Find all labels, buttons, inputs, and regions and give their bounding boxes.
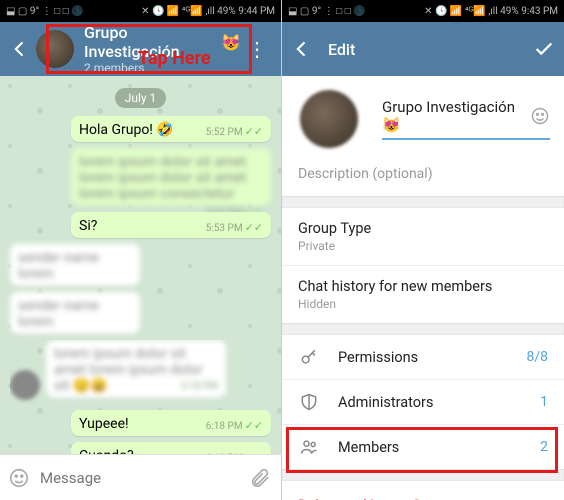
message-out-blurred[interactable]: lorem ipsum dolor sit amet lorem ipsum d… bbox=[71, 148, 271, 206]
edit-title: Edit bbox=[328, 40, 355, 59]
permissions-value: 8/8 bbox=[526, 349, 548, 365]
chat-header[interactable]: Grupo Investigación 😻 2 members ⋮ Tap He… bbox=[0, 22, 281, 76]
message-text: Si? bbox=[79, 218, 97, 234]
permissions-label: Permissions bbox=[338, 349, 508, 366]
message-out[interactable]: Cuando? 6:18 PM✓✓ bbox=[71, 442, 271, 454]
group-type-value: Private bbox=[298, 239, 548, 253]
emoji-icon[interactable] bbox=[8, 467, 30, 489]
message-time: 6:18 PM✓✓ bbox=[206, 419, 263, 432]
back-icon[interactable] bbox=[290, 37, 314, 61]
chat-body[interactable]: July 1 Hola Grupo! 🤣 5:52 PM✓✓ lorem ips… bbox=[0, 76, 281, 454]
message-in-blurred[interactable]: lorem ipsum dolor sit amet lorem ipsum d… bbox=[46, 340, 226, 398]
confirm-icon[interactable] bbox=[532, 37, 556, 61]
administrators-row[interactable]: Administrators 1 bbox=[282, 380, 564, 425]
message-time: 6:18 PM✓✓ bbox=[206, 451, 263, 454]
message-time: 5:52 PM✓✓ bbox=[206, 125, 263, 138]
permissions-row[interactable]: Permissions 8/8 bbox=[282, 335, 564, 380]
message-text: sender name lorem bbox=[18, 298, 99, 330]
message-text: Cuando? bbox=[79, 448, 134, 454]
message-text: Hola Grupo! 🤣 bbox=[79, 122, 174, 138]
emoji-picker-icon[interactable] bbox=[530, 106, 550, 126]
group-type-row[interactable]: Group Type Private bbox=[282, 208, 564, 266]
status-bar: ⬓ ▢ 9° ⋮ □ □ 🌑 ✕ 🕓 📶 ⁴ᴳ📶 ,ıll 49% 9:43 P… bbox=[282, 0, 564, 22]
message-out[interactable]: Hola Grupo! 🤣 5:52 PM✓✓ bbox=[71, 116, 271, 142]
attach-icon[interactable] bbox=[249, 467, 271, 489]
message-in-blurred[interactable]: sender name lorem bbox=[10, 244, 140, 286]
message-time: 6:18 PM bbox=[181, 381, 218, 392]
back-icon[interactable] bbox=[8, 37, 32, 61]
group-name-row: Grupo Investigación 😻 bbox=[282, 76, 564, 156]
message-text: Yupeee! bbox=[79, 416, 129, 432]
members-highlight bbox=[286, 427, 558, 473]
description-input[interactable]: Description (optional) bbox=[282, 156, 564, 196]
edit-header: Edit bbox=[282, 22, 564, 76]
sender-avatar[interactable] bbox=[10, 370, 40, 400]
status-bar: ⬓ ▢ 9° ⋮ □ □ 🌑 ✕ 🕓 📶 ⁴ᴳ📶 ,ıll 49% 9:44 P… bbox=[0, 0, 281, 22]
message-out[interactable]: Yupeee! 6:18 PM✓✓ bbox=[71, 410, 271, 436]
group-type-label: Group Type bbox=[298, 220, 548, 237]
delete-leave-button[interactable]: Delete and Leave Group bbox=[282, 481, 564, 500]
composer bbox=[0, 454, 281, 500]
tap-here-label: Tap Here bbox=[138, 48, 211, 69]
administrators-value: 1 bbox=[540, 394, 548, 410]
status-left: ⬓ ▢ 9° ⋮ □ □ 🌑 bbox=[288, 6, 366, 17]
administrators-label: Administrators bbox=[338, 394, 522, 411]
date-chip: July 1 bbox=[115, 88, 167, 108]
message-in-blurred[interactable]: sender name lorem bbox=[10, 292, 140, 334]
status-right: ✕ 🕓 📶 ⁴ᴳ📶 ,ıll 49% 9:43 PM bbox=[424, 6, 558, 17]
status-right: ✕ 🕓 📶 ⁴ᴳ📶 ,ıll 49% 9:44 PM bbox=[141, 6, 275, 17]
message-input[interactable] bbox=[40, 469, 239, 487]
message-text: sender name lorem bbox=[18, 250, 99, 282]
message-time: 5:53 PM✓✓ bbox=[206, 221, 263, 234]
key-icon bbox=[298, 347, 320, 367]
group-name-input[interactable]: Grupo Investigación 😻 bbox=[382, 98, 550, 140]
message-out[interactable]: Si? 5:53 PM✓✓ bbox=[71, 212, 271, 238]
message-text: lorem ipsum dolor sit amet lorem ipsum d… bbox=[79, 154, 246, 202]
group-name-text: Grupo Investigación 😻 bbox=[382, 98, 530, 134]
chat-history-label: Chat history for new members bbox=[298, 278, 548, 295]
group-avatar[interactable] bbox=[300, 90, 358, 148]
shield-icon bbox=[298, 392, 320, 412]
chat-history-row[interactable]: Chat history for new members Hidden bbox=[282, 266, 564, 323]
status-left: ⬓ ▢ 9° ⋮ □ □ 🌑 bbox=[6, 6, 84, 17]
chat-history-value: Hidden bbox=[298, 297, 548, 311]
edit-body: Grupo Investigación 😻 Description (optio… bbox=[282, 76, 564, 500]
